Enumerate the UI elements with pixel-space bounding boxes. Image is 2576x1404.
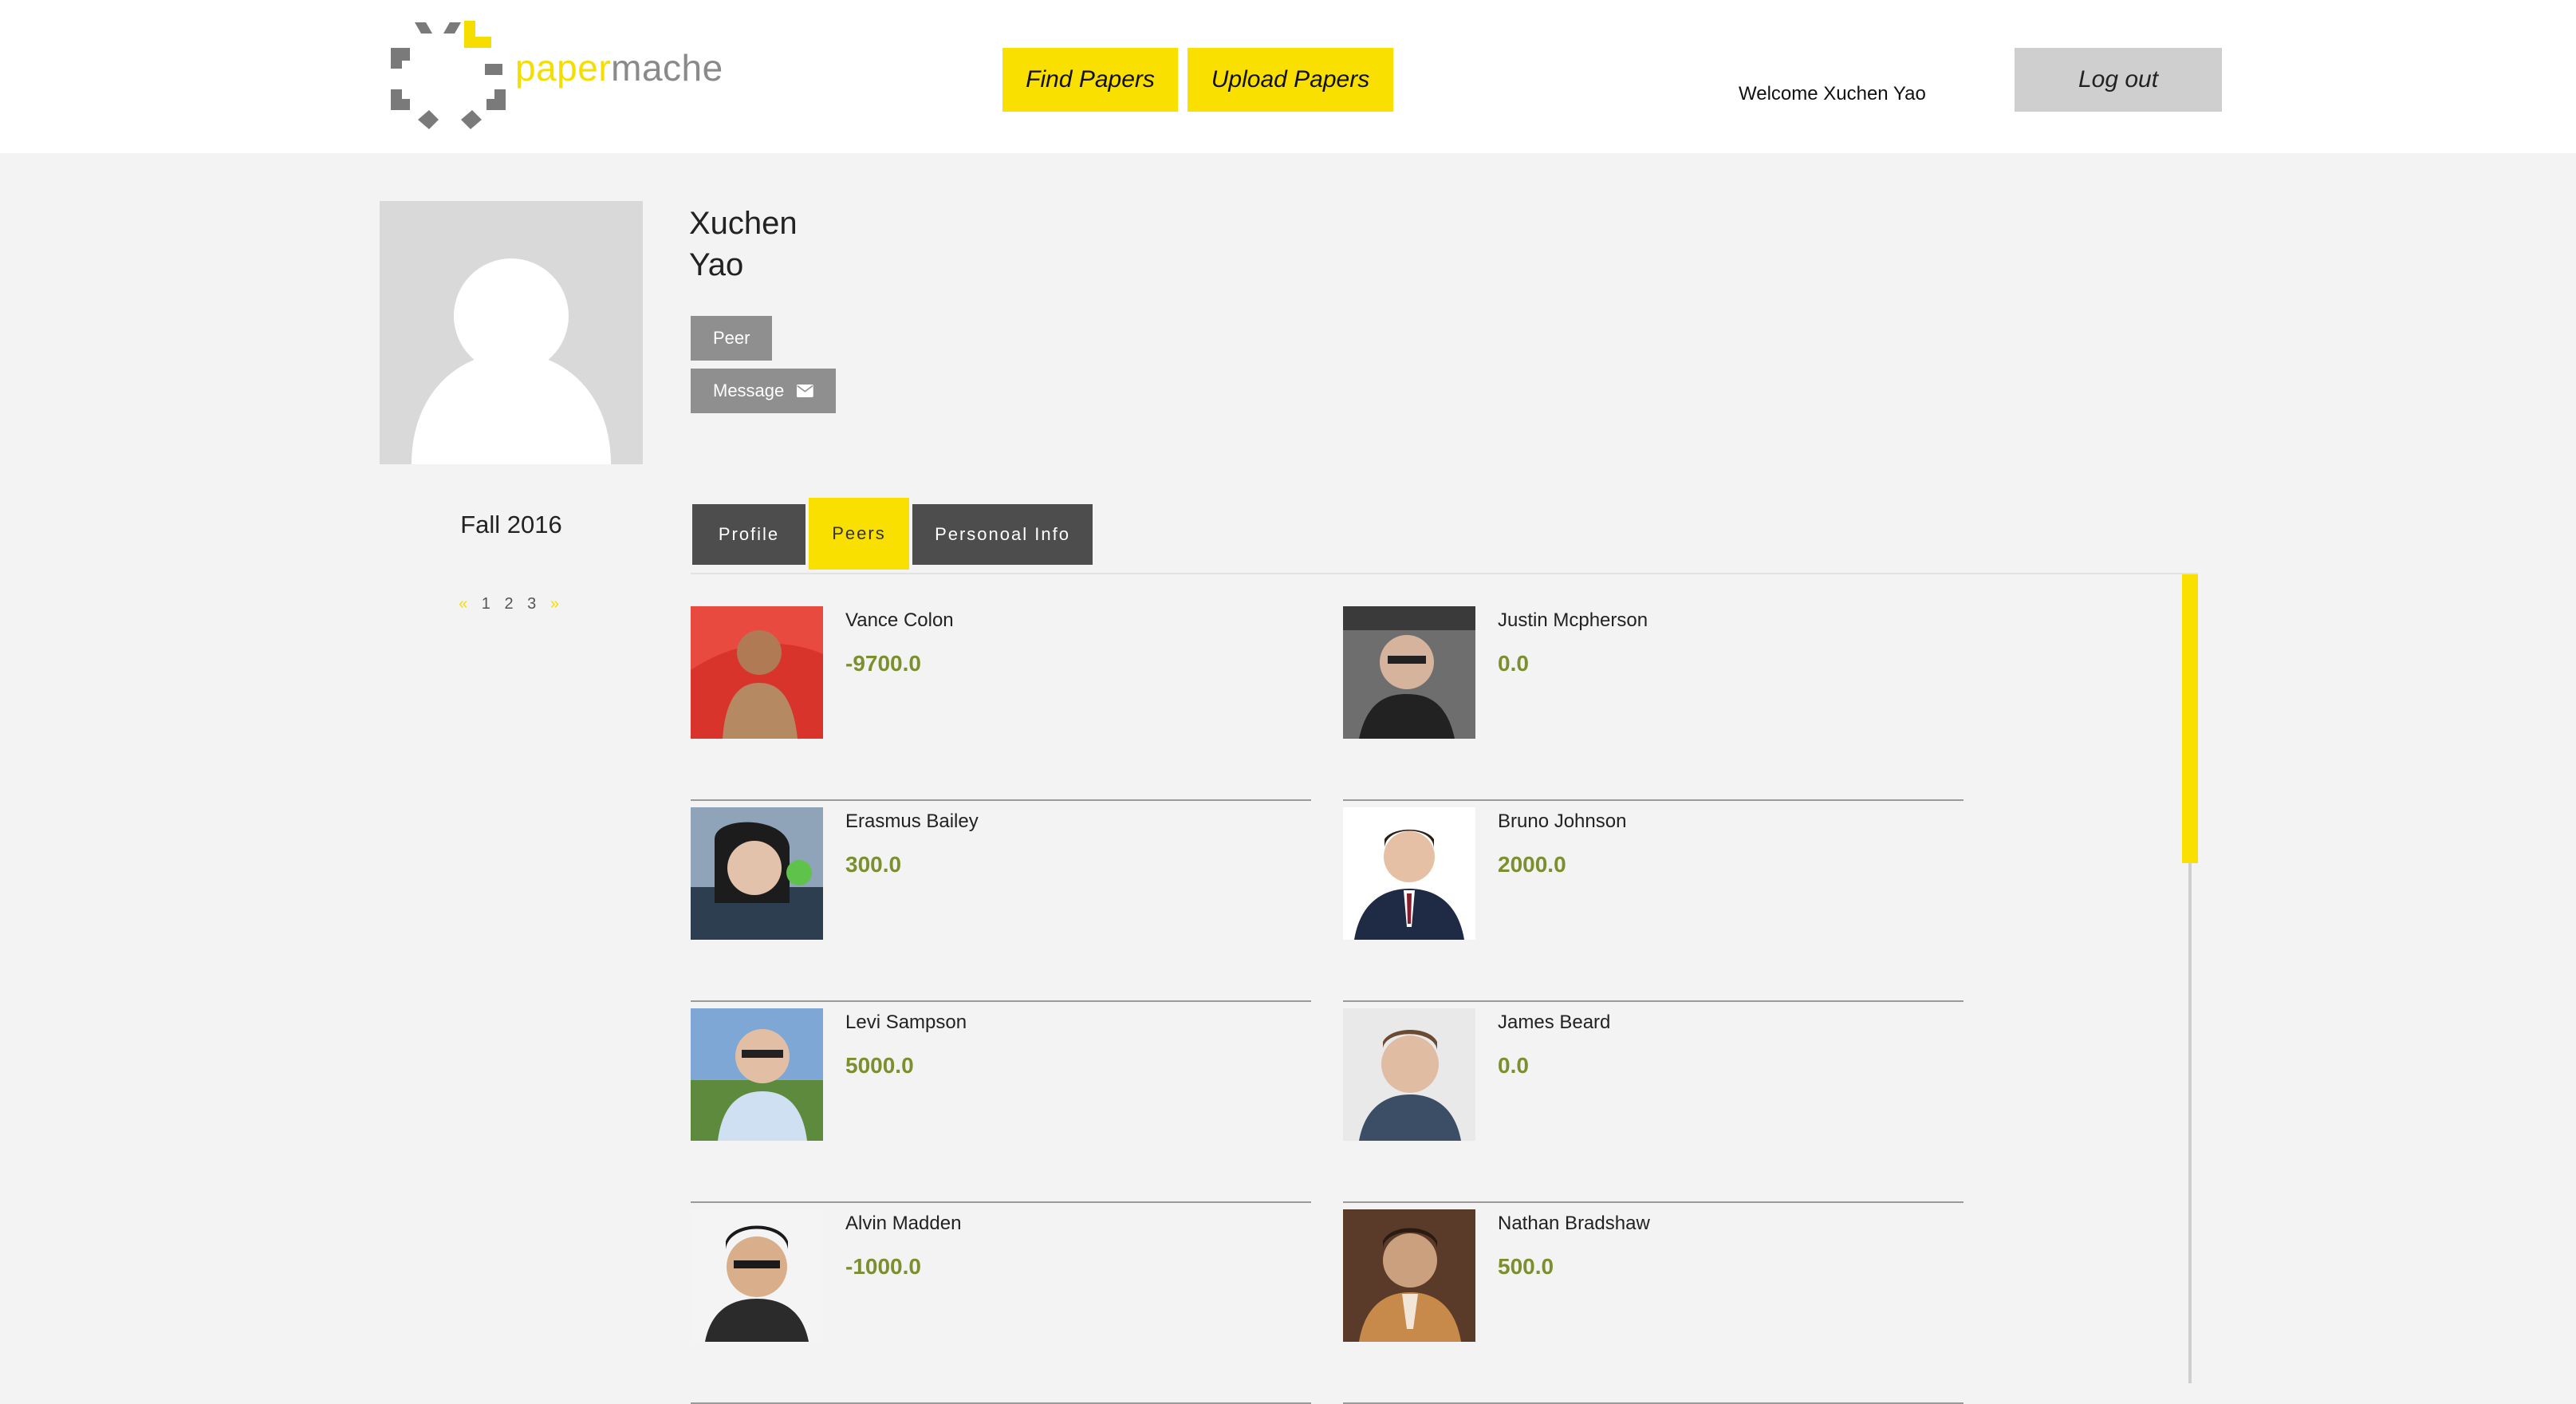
peer-card[interactable]: Bruno Johnson 2000.0	[1343, 801, 1964, 1002]
envelope-icon	[797, 385, 813, 397]
peer-card[interactable]: Nathan Bradshaw 500.0	[1343, 1203, 1964, 1404]
pager-page-2[interactable]: 2	[504, 595, 518, 613]
welcome-text: Welcome Xuchen Yao	[1739, 83, 1926, 105]
tab-personal-info[interactable]: Personoal Info	[912, 504, 1093, 565]
peer-photo[interactable]	[691, 1209, 823, 1342]
top-header: papermache Find Papers Upload Papers Wel…	[0, 0, 2576, 153]
pager-page-3[interactable]: 3	[527, 595, 541, 613]
peer-name[interactable]: Nathan Bradshaw	[1498, 1213, 1650, 1235]
peer-photo[interactable]	[1343, 1209, 1475, 1342]
message-label: Message	[713, 381, 785, 400]
tab-peers[interactable]: Peers	[809, 498, 909, 570]
peer-score: 0.0	[1498, 651, 1529, 676]
default-avatar-icon	[380, 201, 643, 464]
pager-next[interactable]: »	[550, 595, 564, 613]
peer-name[interactable]: Justin Mcpherson	[1498, 609, 1648, 632]
term-label: Fall 2016	[460, 511, 562, 538]
logo-text-paper: paper	[515, 47, 612, 89]
peer-name[interactable]: Bruno Johnson	[1498, 810, 1626, 833]
peer-photo[interactable]	[691, 807, 823, 940]
peer-photo[interactable]	[691, 606, 823, 739]
peer-name[interactable]: James Beard	[1498, 1012, 1610, 1034]
logout-button[interactable]: Log out	[2015, 48, 2222, 112]
pager-prev[interactable]: «	[459, 595, 472, 613]
find-papers-button[interactable]: Find Papers	[1002, 48, 1178, 112]
profile-name: Xuchen Yao	[689, 203, 798, 286]
profile-first-name: Xuchen	[689, 206, 798, 241]
tab-profile[interactable]: Profile	[692, 504, 805, 565]
peer-name[interactable]: Levi Sampson	[845, 1012, 967, 1034]
peer-photo[interactable]	[1343, 606, 1475, 739]
peer-card[interactable]: James Beard 0.0	[1343, 1002, 1964, 1203]
profile-avatar	[380, 201, 643, 464]
tab-divider	[691, 573, 2198, 574]
peer-card[interactable]: Justin Mcpherson 0.0	[1343, 600, 1964, 801]
peer-photo[interactable]	[1343, 1008, 1475, 1141]
peer-name[interactable]: Alvin Madden	[845, 1213, 961, 1235]
logo-text-mache: mache	[611, 47, 723, 89]
peer-name[interactable]: Erasmus Bailey	[845, 810, 979, 833]
peer-score: -9700.0	[845, 651, 921, 676]
profile-last-name: Yao	[689, 247, 744, 282]
message-button[interactable]: Message	[691, 369, 836, 413]
term-pager: « 1 2 3 »	[380, 595, 643, 613]
peer-photo[interactable]	[1343, 807, 1475, 940]
peer-score: 0.0	[1498, 1053, 1529, 1078]
peer-photo[interactable]	[691, 1008, 823, 1141]
peer-button[interactable]: Peer	[691, 316, 772, 361]
pager-page-1[interactable]: 1	[482, 595, 495, 613]
peer-card[interactable]: Levi Sampson 5000.0	[691, 1002, 1311, 1203]
upload-papers-button[interactable]: Upload Papers	[1188, 48, 1393, 112]
peer-card[interactable]: Vance Colon -9700.0	[691, 600, 1311, 801]
peer-score: 5000.0	[845, 1053, 914, 1078]
peer-score: -1000.0	[845, 1254, 921, 1279]
peer-score: 300.0	[845, 852, 902, 877]
scrollbar-thumb[interactable]	[2182, 574, 2198, 863]
logo-wordmark[interactable]: papermache	[515, 46, 723, 89]
peer-score: 500.0	[1498, 1254, 1554, 1279]
peer-score: 2000.0	[1498, 852, 1566, 877]
peer-name[interactable]: Vance Colon	[845, 609, 954, 632]
peer-card[interactable]: Alvin Madden -1000.0	[691, 1203, 1311, 1404]
peer-card[interactable]: Erasmus Bailey 300.0	[691, 801, 1311, 1002]
